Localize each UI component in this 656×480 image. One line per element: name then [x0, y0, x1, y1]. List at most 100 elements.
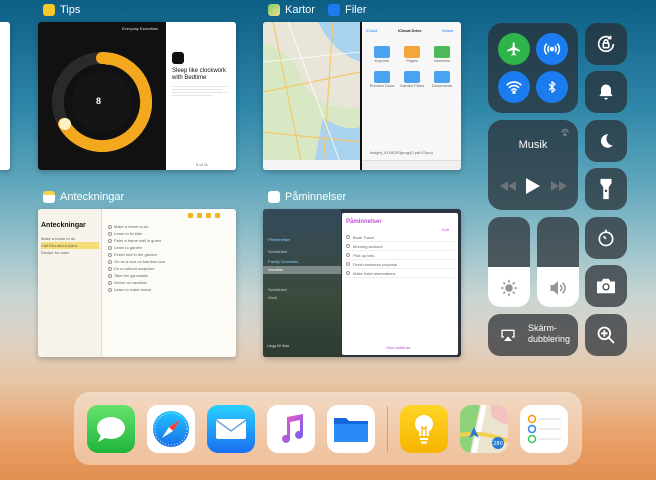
sidebar-item[interactable]: Scheduled	[268, 249, 287, 254]
compose-icon[interactable]	[215, 213, 220, 218]
files-app-icon-small	[327, 4, 340, 16]
list-item[interactable]: Book Travel	[346, 233, 454, 242]
folder-item[interactable]: Garden Plans	[398, 71, 426, 88]
list-item[interactable]: Recipe for cake	[41, 249, 99, 256]
airplay-audio-icon[interactable]	[560, 126, 570, 136]
play-icon[interactable]	[526, 178, 540, 194]
camera-button[interactable]	[585, 265, 627, 307]
rewind-icon[interactable]	[500, 181, 516, 191]
brightness-slider[interactable]	[488, 217, 530, 307]
tips-card[interactable]: Everyday Essentials 8 Sleep like clockwo…	[38, 22, 236, 170]
show-completed-button[interactable]: Visa slutförda	[386, 345, 410, 350]
fast-forward-icon[interactable]	[551, 181, 567, 191]
files-select-link[interactable]: Select	[442, 28, 453, 33]
files-title: iCloud Drive	[398, 28, 422, 33]
notes-card[interactable]: Anteckningar Make a home to do Call Ella…	[38, 209, 236, 357]
reminders-icon[interactable]	[520, 405, 568, 453]
tips-header: Everyday Essentials	[122, 26, 159, 31]
music-icon[interactable]	[267, 405, 315, 453]
airplay-icon	[501, 329, 515, 341]
folder-item[interactable]: Documents	[428, 71, 456, 88]
music-label: Musik	[518, 139, 548, 151]
maps-files-card-label: Kartor Filer	[268, 4, 366, 16]
sidebar-item[interactable]: Work	[268, 295, 277, 300]
airplane-mode-button[interactable]	[498, 33, 530, 65]
maps-files-card[interactable]: iCloud iCloud Drive Select Keynote Pages…	[263, 22, 461, 170]
cellular-hotspot-button[interactable]	[536, 33, 568, 65]
files-label: Filer	[344, 4, 367, 16]
airplane-icon	[507, 42, 520, 56]
folder-item[interactable]: Pages	[398, 46, 426, 63]
screen-mirroring-button[interactable]: Skärm- dubblering	[488, 314, 578, 356]
list-item[interactable]: Do a outdoor sculpture	[108, 265, 228, 272]
reminders-label: Påminnelser	[285, 191, 347, 203]
magnifier-icon	[597, 326, 615, 344]
list-item[interactable]: Finish bird in the garden	[108, 251, 228, 258]
camera-icon	[597, 278, 615, 294]
folder-item[interactable]: Preview Docs	[368, 71, 396, 88]
volume-slider[interactable]	[537, 217, 579, 307]
notes-list: Make a home to do Call Ella about plans …	[41, 235, 99, 256]
folder-item[interactable]: Keynote	[368, 46, 396, 63]
tips-icon[interactable]	[400, 405, 448, 453]
partial-card-left[interactable]	[0, 22, 10, 170]
orientation-lock-button[interactable]	[585, 23, 627, 65]
reminders-list-title: Påminnelser	[346, 219, 382, 225]
list-item[interactable]: Call Ella about plans	[41, 242, 99, 249]
notes-checklist: Make a home to-do Learn to fix bike Pain…	[108, 223, 228, 293]
list-item[interactable]: Finish business proposal	[346, 260, 454, 269]
flashlight-icon	[600, 178, 612, 200]
tips-card-label: Tips	[43, 4, 80, 16]
bluetooth-button[interactable]	[536, 71, 568, 103]
tips-clock-time: 8	[96, 96, 102, 106]
notes-card-label: Anteckningar	[43, 191, 124, 203]
list-item[interactable]: Paint a frame wall in guest	[108, 237, 228, 244]
reminders-card[interactable]: Påminnelser Scheduled Family Groceries V…	[263, 209, 461, 357]
trash-icon[interactable]	[206, 213, 211, 218]
list-item[interactable]: Make a home to-do	[108, 223, 228, 230]
split-divider[interactable]	[360, 22, 362, 170]
mail-icon[interactable]	[207, 405, 255, 453]
add-list-button[interactable]: Lägg till lista	[267, 343, 289, 348]
maps-app-icon	[268, 4, 280, 16]
files-back-link[interactable]: iCloud	[366, 28, 377, 33]
maps-icon[interactable]: 280	[460, 405, 508, 453]
list-item[interactable]: Inform on vacation	[108, 279, 228, 286]
folder-item[interactable]: Numbers	[428, 46, 456, 63]
magnifier-button[interactable]	[585, 314, 627, 356]
sidebar-item[interactable]: Vacation	[268, 267, 283, 272]
files-icon[interactable]	[327, 405, 375, 453]
list-item[interactable]: Make hotel reservations	[346, 269, 454, 278]
bedtime-app-icon	[172, 52, 184, 64]
messages-icon[interactable]	[87, 405, 135, 453]
sidebar-item[interactable]: Scheduled	[268, 287, 287, 292]
tips-label: Tips	[60, 4, 81, 16]
maps-label: Kartor	[285, 4, 315, 16]
list-item[interactable]: Morning workout	[346, 242, 454, 251]
list-item[interactable]: Make a home to do	[41, 235, 99, 242]
list-item[interactable]: Take the gymnastic	[108, 272, 228, 279]
list-item[interactable]: Learn to fix bike	[108, 230, 228, 237]
dock-divider	[387, 406, 388, 452]
sidebar-item[interactable]: Påminnelser	[268, 237, 290, 242]
list-item[interactable]: Pick up kids	[346, 251, 454, 260]
safari-icon[interactable]	[147, 405, 195, 453]
speaker-icon	[550, 281, 566, 295]
bluetooth-icon	[548, 81, 556, 93]
note-icon[interactable]	[188, 213, 193, 218]
sun-icon	[500, 279, 518, 297]
tips-app-icon	[43, 4, 55, 16]
wifi-button[interactable]	[498, 71, 530, 103]
share-icon[interactable]	[197, 213, 202, 218]
bedtime-clock	[52, 52, 152, 152]
timer-button[interactable]	[585, 217, 627, 259]
list-item[interactable]: Learn to garden	[108, 244, 228, 251]
do-not-disturb-button[interactable]	[585, 120, 627, 162]
list-item[interactable]: Go on a tour on bamboo tour	[108, 258, 228, 265]
music-module[interactable]: Musik	[488, 120, 578, 210]
notification-bell-button[interactable]	[585, 71, 627, 113]
reminders-edit-link[interactable]: Edit	[442, 227, 449, 232]
list-item[interactable]: Learn to make bread	[108, 286, 228, 293]
flashlight-button[interactable]	[585, 168, 627, 210]
sidebar-item[interactable]: Family Groceries	[268, 259, 298, 264]
